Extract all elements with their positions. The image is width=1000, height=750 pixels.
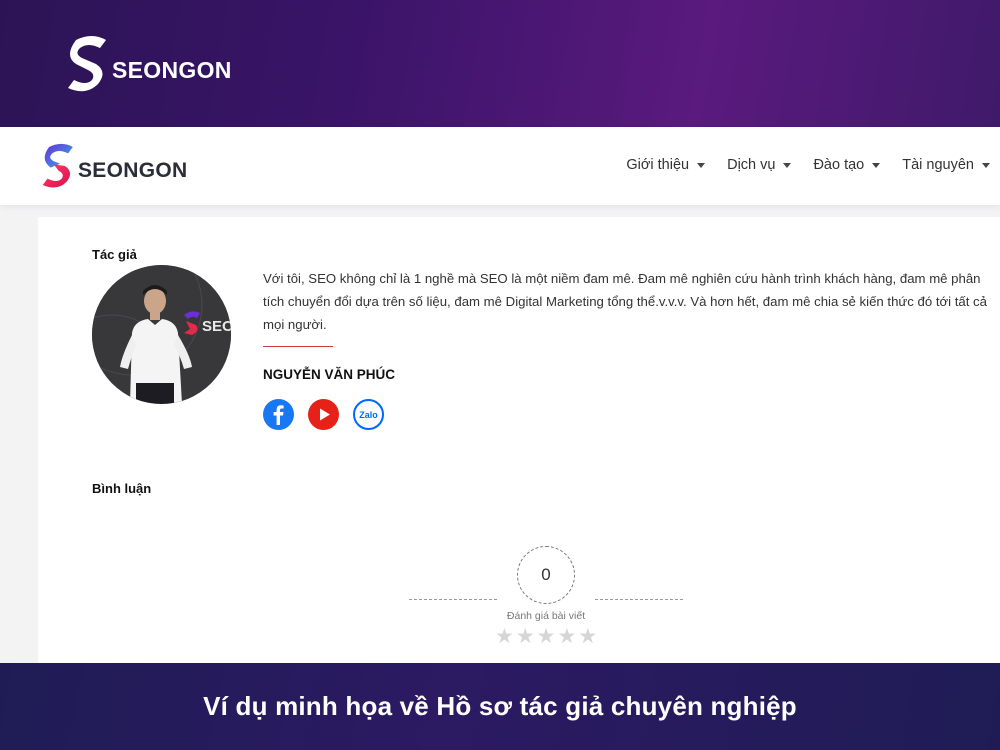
caret-down-icon [872, 162, 881, 168]
seongon-logo-mark-icon [68, 36, 106, 92]
site-logo-text: SEONGON [78, 159, 188, 182]
nav-item-dao-tao[interactable]: Đào tạo [813, 157, 881, 173]
facebook-link[interactable] [263, 399, 294, 430]
post-rating: 0 Đánh giá bài viết ★ ★ ★ ★ ★ [409, 546, 683, 666]
rating-score: 0 [517, 546, 575, 604]
comments-heading: Bình luận [92, 481, 152, 496]
divider [263, 346, 333, 347]
social-links: Zalo [263, 399, 384, 430]
nav-item-tai-nguyen[interactable]: Tài nguyên [902, 157, 990, 173]
seongon-logo-mark-icon [42, 143, 73, 188]
top-banner: SEONGON [0, 0, 1000, 127]
main-nav: Giới thiệu Dịch vụ Đào tạo Tài nguyên [626, 157, 990, 173]
banner-logo: SEONGON [62, 34, 232, 94]
caption-banner: Ví dụ minh họa về Hồ sơ tác giả chuyên n… [0, 663, 1000, 750]
nav-item-gioi-thieu[interactable]: Giới thiệu [626, 157, 706, 173]
caret-down-icon [982, 162, 990, 168]
youtube-link[interactable] [308, 399, 339, 430]
author-name: NGUYỄN VĂN PHÚC [263, 367, 396, 382]
author-avatar: SEO [92, 265, 231, 404]
nav-item-dich-vu[interactable]: Dịch vụ [727, 157, 792, 173]
website-screenshot: SEONGON Giới thiệu Dịch vụ Đào tạo Tài n… [0, 127, 1000, 663]
site-header: SEONGON Giới thiệu Dịch vụ Đào tạo Tài n… [0, 127, 1000, 205]
dashed-divider [595, 599, 683, 600]
star-icon[interactable]: ★ [495, 626, 514, 647]
author-bio: Với tôi, SEO không chỉ là 1 nghề mà SEO … [263, 271, 987, 332]
rating-stars: ★ ★ ★ ★ ★ [495, 626, 597, 647]
nav-item-label: Đào tạo [813, 157, 865, 173]
caret-down-icon [783, 162, 792, 168]
nav-item-label: Tài nguyên [902, 157, 974, 173]
caret-down-icon [697, 162, 706, 168]
author-box: Tác giả SEO Với tôi, SEO không chỉ là 1 … [38, 217, 1000, 663]
youtube-icon [320, 408, 330, 421]
author-heading: Tác giả [92, 247, 137, 262]
photo-sign-text: SEO [202, 318, 231, 335]
star-icon[interactable]: ★ [537, 626, 556, 647]
nav-item-label: Giới thiệu [626, 157, 690, 173]
star-icon[interactable]: ★ [516, 626, 535, 647]
author-photo: SEO [92, 265, 231, 404]
nav-item-label: Dịch vụ [727, 157, 776, 173]
facebook-icon [273, 405, 284, 425]
caption-text: Ví dụ minh họa về Hồ sơ tác giả chuyên n… [203, 691, 797, 721]
rating-label: Đánh giá bài viết [506, 610, 586, 622]
zalo-link[interactable]: Zalo [353, 399, 384, 430]
dashed-divider [409, 599, 497, 600]
star-icon[interactable]: ★ [578, 626, 597, 647]
site-logo[interactable]: SEONGON [38, 141, 187, 191]
star-icon[interactable]: ★ [557, 626, 576, 647]
banner-logo-text: SEONGON [112, 56, 232, 83]
zalo-icon: Zalo [359, 409, 378, 420]
